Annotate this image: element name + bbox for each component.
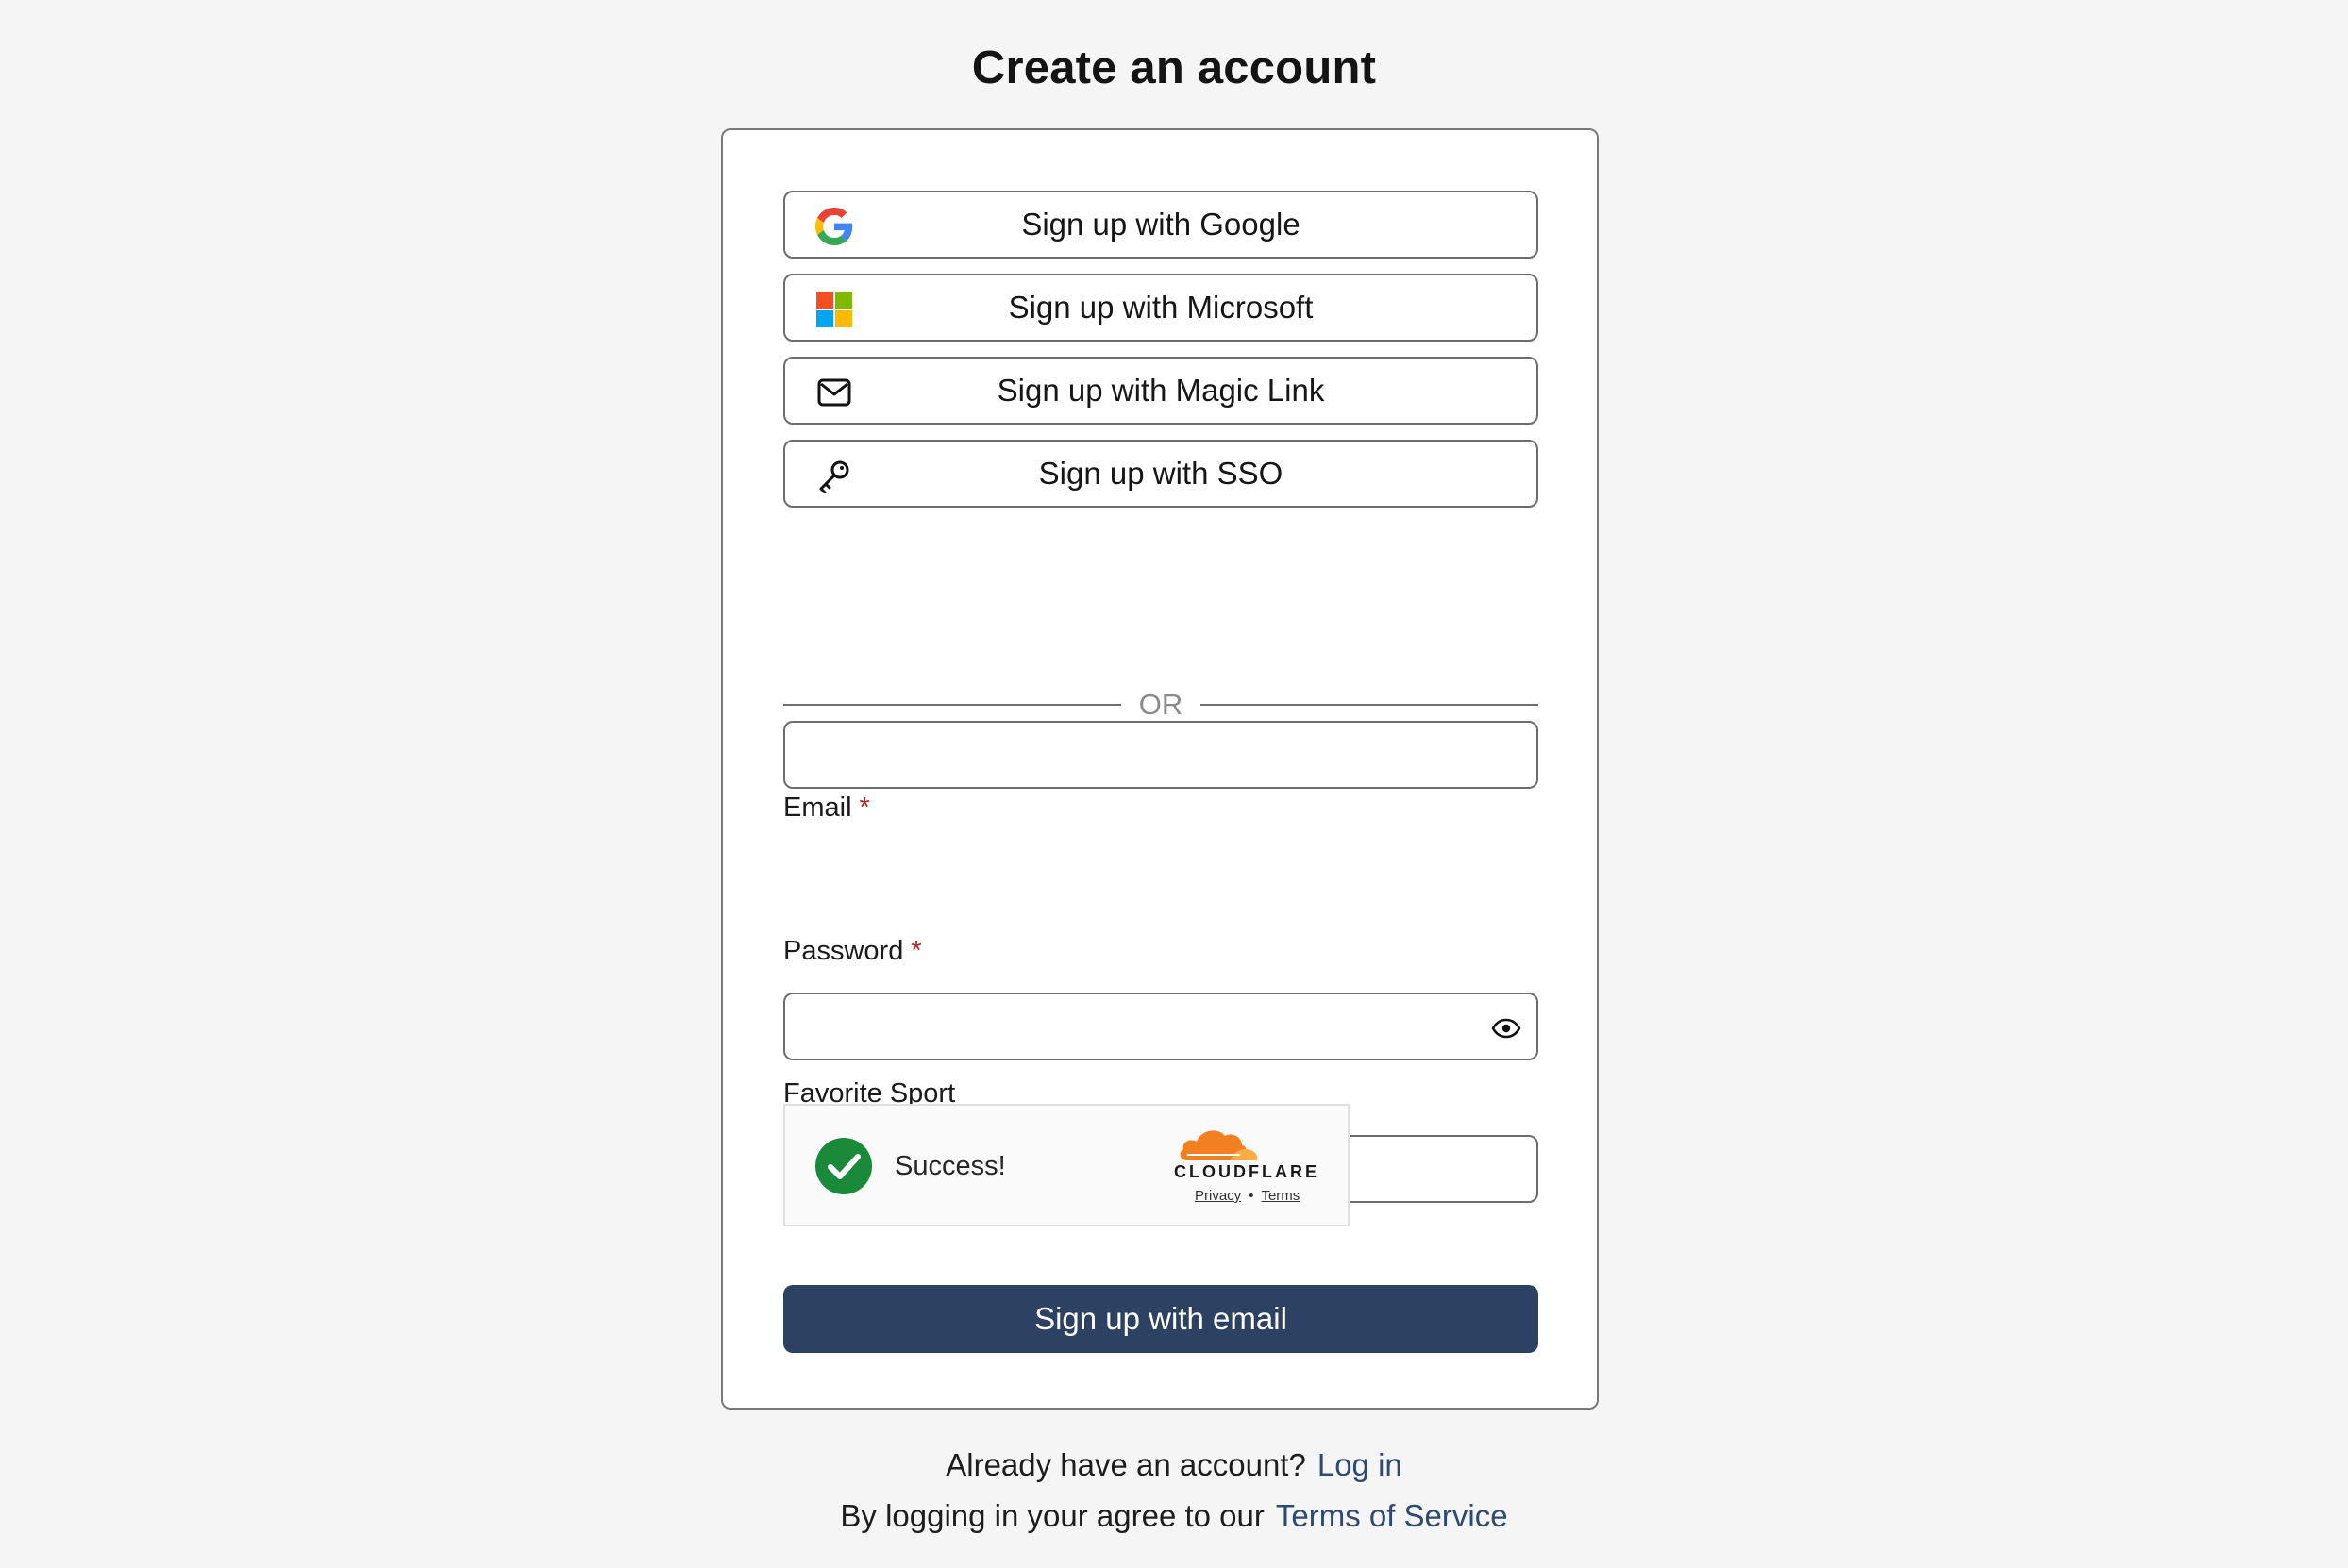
terms-of-service-link[interactable]: Terms of Service <box>1276 1498 1508 1533</box>
signup-card: Sign up with Google Sign up with Microso… <box>721 128 1599 1410</box>
captcha-privacy-link[interactable]: Privacy <box>1195 1188 1241 1204</box>
email-field[interactable] <box>783 721 1538 789</box>
login-link[interactable]: Log in <box>1317 1447 1402 1482</box>
microsoft-signup-button[interactable]: Sign up with Microsoft <box>783 274 1538 342</box>
microsoft-icon <box>815 291 853 328</box>
key-icon <box>815 457 853 494</box>
required-marker: * <box>911 936 922 966</box>
login-prompt-text: Already have an account? <box>946 1447 1306 1482</box>
password-label-text: Password <box>783 936 904 966</box>
page-title: Create an account <box>971 42 1377 93</box>
captcha-widget: Success! CLOUDFLARE Privacy • Terms <box>783 1104 1350 1226</box>
eye-icon[interactable] <box>1487 1009 1525 1047</box>
email-label-text: Email <box>783 792 852 823</box>
google-icon <box>815 208 853 245</box>
password-label: Password * <box>783 932 922 970</box>
captcha-links: Privacy • Terms <box>1195 1185 1300 1208</box>
google-signup-label: Sign up with Google <box>1021 207 1300 242</box>
sso-signup-button[interactable]: Sign up with SSO <box>783 440 1538 508</box>
terms-agreement: By logging in your agree to our Terms of … <box>0 1494 2348 1538</box>
terms-agreement-text: By logging in your agree to our <box>840 1498 1265 1533</box>
captcha-link-separator: • <box>1249 1188 1254 1204</box>
required-marker: * <box>859 792 870 823</box>
divider-line-right <box>1200 704 1538 706</box>
captcha-terms-link[interactable]: Terms <box>1261 1188 1300 1204</box>
password-field[interactable] <box>783 993 1538 1060</box>
login-prompt: Already have an account? Log in <box>0 1443 2348 1487</box>
email-label: Email * <box>783 789 870 826</box>
magic-link-signup-button[interactable]: Sign up with Magic Link <box>783 357 1538 425</box>
microsoft-signup-label: Sign up with Microsoft <box>1008 290 1314 325</box>
captcha-status: Success! <box>895 1151 1006 1181</box>
check-circle-icon <box>815 1138 872 1194</box>
email-signup-button[interactable]: Sign up with email <box>783 1285 1538 1353</box>
google-signup-button[interactable]: Sign up with Google <box>783 191 1538 259</box>
mail-icon <box>815 374 853 411</box>
magic-link-signup-label: Sign up with Magic Link <box>997 373 1325 408</box>
cloudflare-wordmark: CLOUDFLARE <box>1174 1162 1319 1181</box>
sso-signup-label: Sign up with SSO <box>1038 456 1283 491</box>
